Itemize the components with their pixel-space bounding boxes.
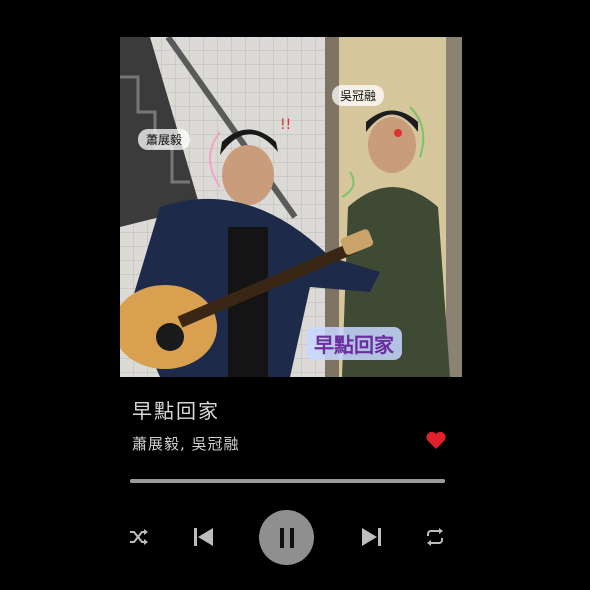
repeat-icon [427, 528, 443, 546]
next-button[interactable] [357, 524, 385, 550]
repeat-button[interactable] [421, 524, 449, 550]
heart-icon [426, 431, 446, 449]
progress-fill [130, 479, 445, 483]
artwork-label-right: 吳冠融 [332, 85, 385, 106]
album-artwork: !! 蕭展毅 吳冠融 早點回家 [120, 37, 462, 377]
like-button[interactable] [425, 430, 447, 450]
progress-bar[interactable] [130, 479, 445, 483]
play-pause-button[interactable] [259, 510, 314, 565]
shuffle-icon [130, 529, 148, 545]
song-title: 早點回家 [132, 399, 220, 423]
artwork-illustration: !! [120, 37, 462, 377]
skip-previous-icon [194, 528, 213, 546]
skip-next-icon [362, 528, 381, 546]
svg-text:!!: !! [280, 117, 291, 133]
artwork-title-overlay: 早點回家 [306, 327, 402, 360]
song-artists[interactable]: 蕭展毅, 吳冠融 [132, 433, 240, 454]
previous-button[interactable] [190, 524, 218, 550]
pause-icon [279, 527, 294, 548]
shuffle-button[interactable] [126, 524, 152, 550]
artwork-label-left: 蕭展毅 [138, 129, 191, 150]
